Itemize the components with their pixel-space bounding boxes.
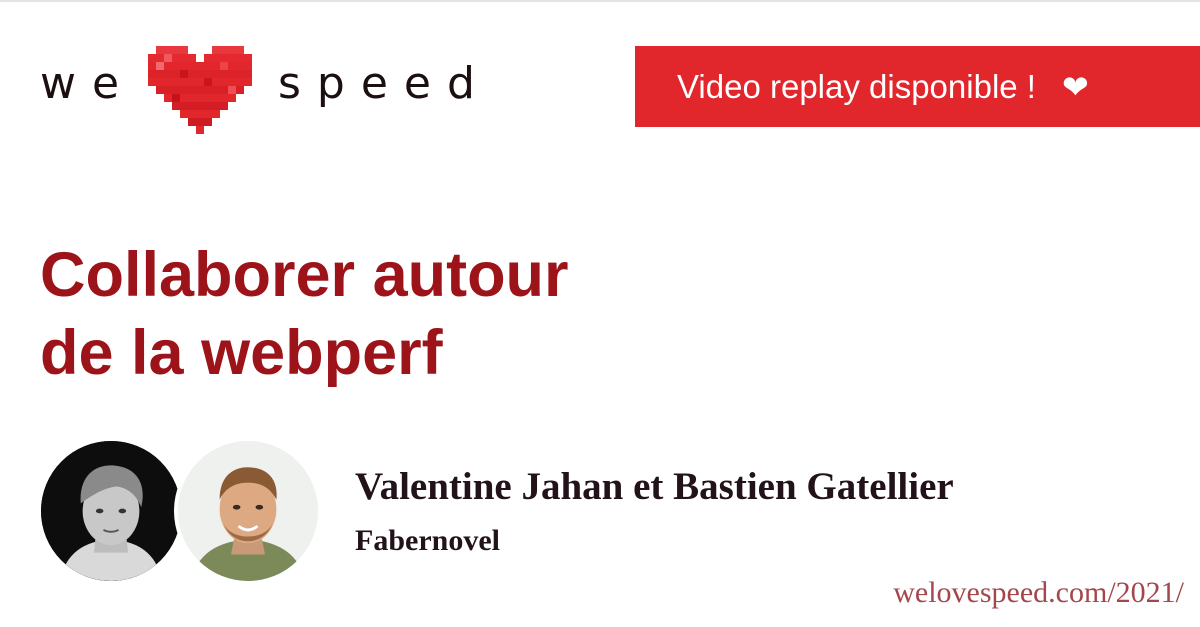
speaker-names: Valentine Jahan et Bastien Gatellier [355,465,954,508]
video-replay-label: Video replay disponible ! [677,67,1036,105]
speaker-photo-2 [178,441,318,581]
heart-icon: ❤ [1061,67,1089,106]
pixel-heart-icon [148,46,252,134]
speaker-company: Fabernovel [355,524,500,557]
logo-word-we: we [40,58,136,109]
speaker-photo-1 [41,441,181,581]
talk-title-line-1: Collaborer autour [40,240,569,310]
talk-title: Collaborer autour de la webperf [40,236,800,392]
talk-title-line-2: de la webperf [40,318,443,388]
speaker-avatar-valentine [37,437,185,585]
video-replay-button[interactable]: Video replay disponible ! ❤ [635,46,1200,127]
we-love-speed-logo[interactable]: we speed [40,46,480,142]
top-divider [0,0,1200,2]
logo-word-speed: speed [278,58,491,109]
speaker-avatar-bastien [174,437,322,585]
site-url-link[interactable]: welovespeed.com/2021/ [893,573,1184,613]
